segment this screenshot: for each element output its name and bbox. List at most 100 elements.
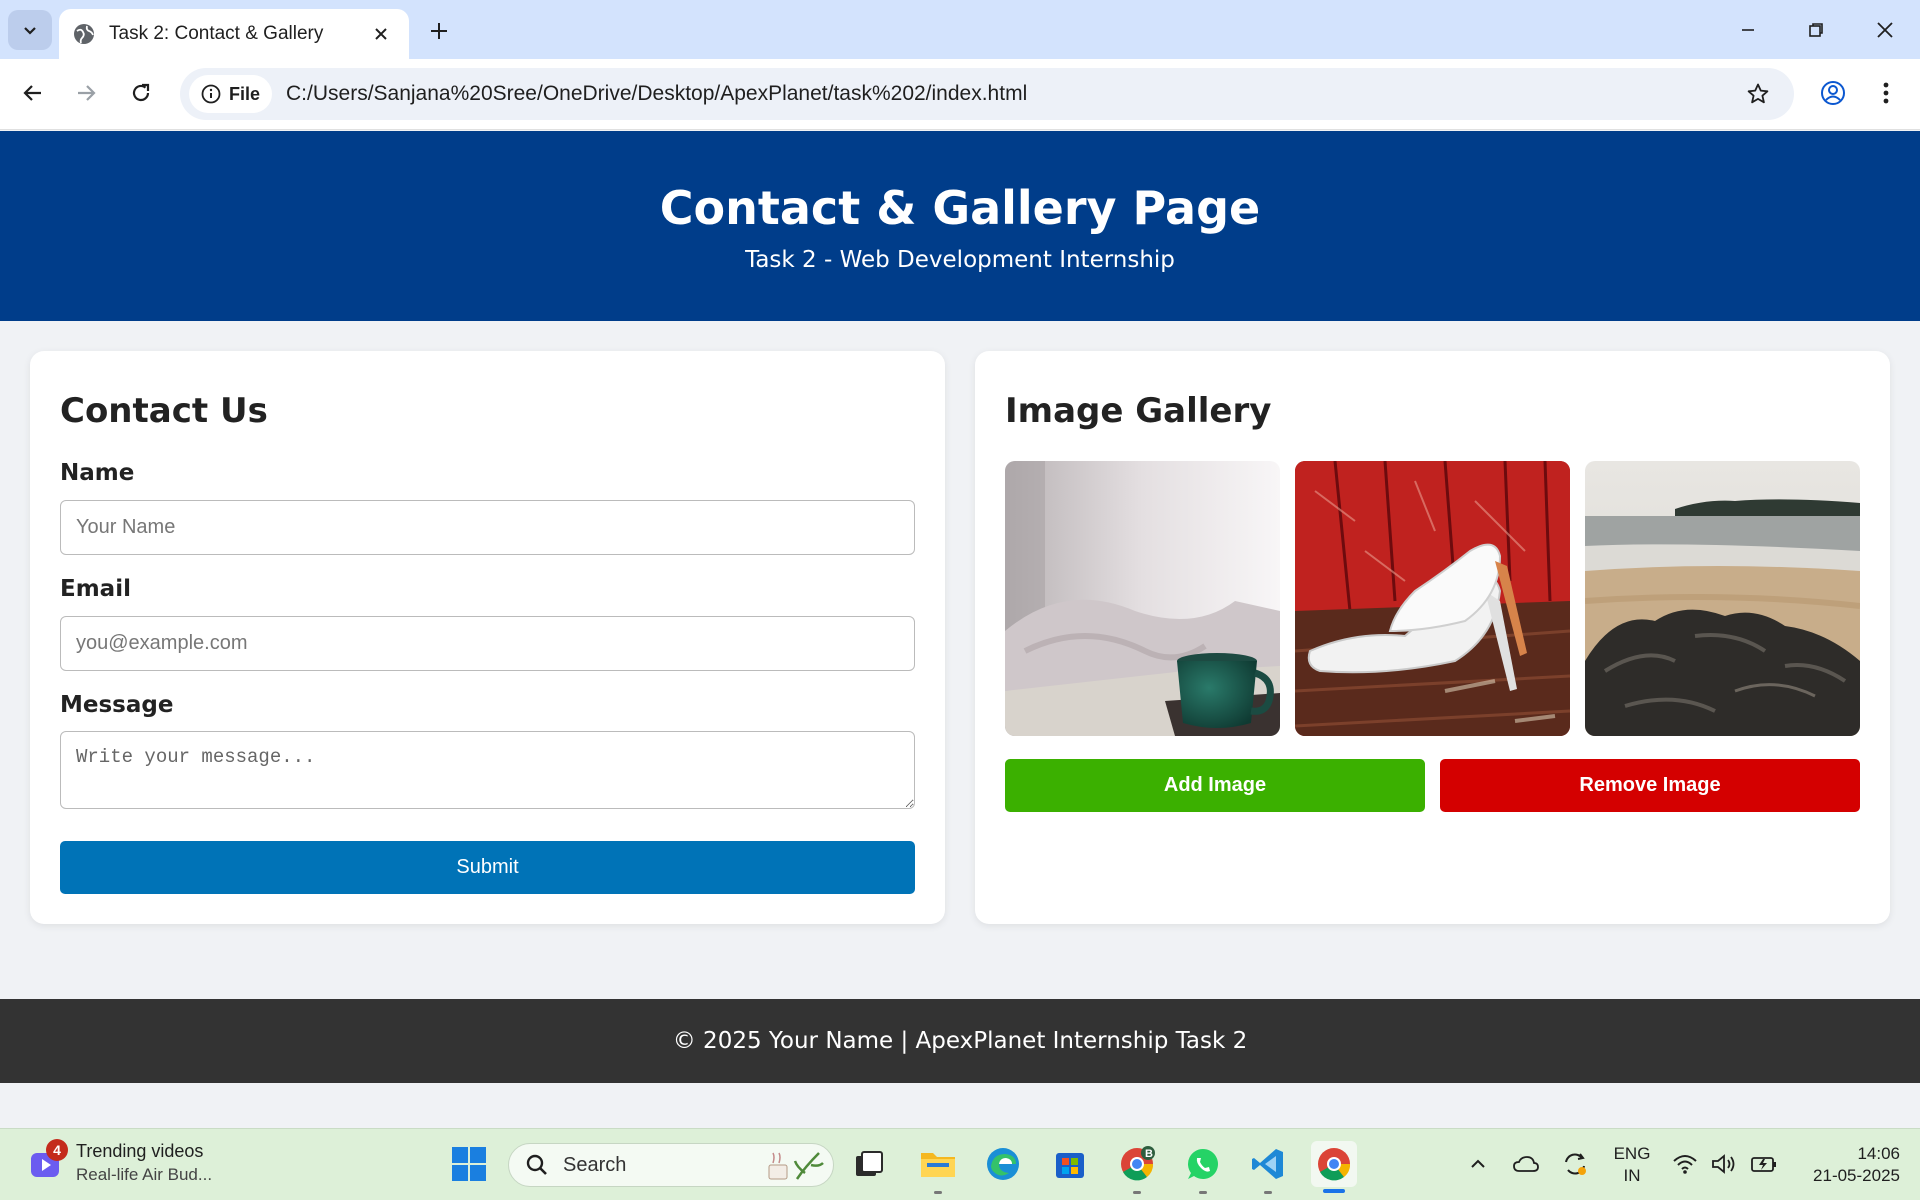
tab-active[interactable]: Task 2: Contact & Gallery — [59, 9, 409, 59]
restore-button[interactable] — [1793, 10, 1839, 50]
add-image-button[interactable]: Add Image — [1005, 759, 1425, 812]
beach-rocks-photo — [1585, 461, 1860, 736]
gallery-image-shoes[interactable] — [1295, 461, 1570, 736]
coffee-mug-photo — [1005, 461, 1280, 736]
message-label: Message — [60, 692, 174, 718]
minimize-icon — [1742, 29, 1754, 31]
url-text[interactable]: C:/Users/Sanjana%20Sree/OneDrive/Desktop… — [286, 82, 1738, 106]
whatsapp-icon — [1188, 1149, 1218, 1179]
forward-button[interactable] — [66, 73, 106, 113]
minimize-button[interactable] — [1725, 10, 1771, 50]
sync-icon — [1565, 1153, 1586, 1175]
task-view-button[interactable] — [846, 1141, 892, 1187]
close-icon — [1877, 22, 1893, 38]
running-indicator — [934, 1191, 942, 1194]
contact-heading: Contact Us — [60, 391, 268, 431]
whatsapp-button[interactable] — [1180, 1141, 1226, 1194]
file-chip-label: File — [229, 83, 261, 104]
name-label: Name — [60, 460, 135, 486]
bookmark-button[interactable] — [1738, 74, 1778, 114]
reload-icon — [132, 83, 150, 102]
windows-logo-icon — [452, 1147, 486, 1181]
address-bar[interactable]: File C:/Users/Sanjana%20Sree/OneDrive/De… — [180, 68, 1794, 120]
email-input[interactable] — [60, 616, 915, 671]
store-button[interactable] — [1047, 1141, 1093, 1187]
remove-image-button[interactable]: Remove Image — [1440, 759, 1860, 812]
wifi-icon — [1672, 1155, 1697, 1174]
search-icon — [526, 1154, 547, 1175]
active-indicator — [1323, 1189, 1345, 1193]
restore-icon — [1809, 23, 1823, 37]
task-view-icon — [856, 1151, 883, 1176]
profile-button[interactable] — [1813, 73, 1853, 113]
chrome-profile-button[interactable]: B — [1114, 1141, 1160, 1194]
window-close-button[interactable] — [1862, 10, 1908, 50]
sync-button[interactable] — [1552, 1141, 1598, 1187]
arrow-left-icon — [23, 85, 41, 101]
info-icon — [201, 84, 221, 104]
tab-title: Task 2: Contact & Gallery — [109, 23, 324, 44]
edge-icon — [987, 1148, 1019, 1180]
widget-badge: 4 — [46, 1139, 68, 1161]
running-indicator — [1199, 1191, 1207, 1194]
file-explorer-button[interactable] — [915, 1141, 961, 1194]
chevron-down-icon — [24, 27, 36, 35]
folder-icon — [921, 1153, 955, 1177]
news-widget[interactable]: 4 Trending videos Real-life Air Bud... — [28, 1139, 212, 1185]
start-button[interactable] — [446, 1141, 492, 1187]
page-footer: © 2025 Your Name | ApexPlanet Internship… — [0, 999, 1920, 1083]
region-code: IN — [1623, 1166, 1641, 1185]
name-input[interactable] — [60, 500, 915, 555]
reload-button[interactable] — [121, 73, 161, 113]
edge-button[interactable] — [980, 1141, 1026, 1187]
volume-icon — [1712, 1154, 1735, 1174]
battery-icon — [1751, 1157, 1777, 1172]
store-icon — [1056, 1153, 1084, 1178]
language-indicator[interactable]: ENG IN — [1606, 1143, 1658, 1187]
more-vert-icon — [1883, 82, 1889, 104]
page-header: Contact & Gallery Page Task 2 - Web Deve… — [0, 131, 1920, 321]
close-icon — [375, 28, 387, 40]
star-icon — [1747, 83, 1769, 104]
back-button[interactable] — [13, 73, 53, 113]
vscode-button[interactable] — [1245, 1141, 1291, 1194]
gallery-card: Image Gallery Add Image Remove Image — [975, 351, 1890, 924]
email-label: Email — [60, 576, 131, 602]
running-indicator — [1133, 1191, 1141, 1194]
plus-icon — [431, 23, 447, 39]
page-title: Contact & Gallery Page — [659, 181, 1261, 235]
clock-date: 21-05-2025 — [1813, 1166, 1900, 1185]
cloud-icon — [1513, 1156, 1539, 1172]
chrome-icon — [1318, 1148, 1351, 1181]
chrome-profile-badge: B — [1145, 1148, 1153, 1160]
taskbar-search[interactable]: Search — [508, 1143, 834, 1187]
search-highlight-icon — [768, 1152, 824, 1180]
gallery-image-mug[interactable] — [1005, 461, 1280, 736]
site-info-chip[interactable]: File — [189, 75, 273, 113]
menu-button[interactable] — [1866, 73, 1906, 113]
chrome-active-button[interactable] — [1311, 1141, 1357, 1193]
search-label: Search — [563, 1153, 627, 1176]
clock[interactable]: 14:06 21-05-2025 — [1790, 1143, 1900, 1187]
quick-settings-button[interactable] — [1665, 1141, 1785, 1187]
new-tab-button[interactable] — [422, 14, 456, 48]
widget-title: Trending videos — [76, 1141, 204, 1161]
page-subtitle: Task 2 - Web Development Internship — [745, 247, 1175, 273]
show-hidden-icons-button[interactable] — [1455, 1141, 1501, 1187]
white-high-heels-photo — [1295, 461, 1570, 736]
vscode-icon — [1252, 1149, 1283, 1179]
onedrive-button[interactable] — [1503, 1141, 1549, 1187]
browser-toolbar: File C:/Users/Sanjana%20Sree/OneDrive/De… — [0, 59, 1920, 130]
submit-button[interactable]: Submit — [60, 841, 915, 894]
message-textarea[interactable] — [60, 731, 915, 809]
chevron-up-icon — [1471, 1159, 1485, 1168]
taskbar: 4 Trending videos Real-life Air Bud... S… — [0, 1128, 1920, 1200]
tab-search-button[interactable] — [8, 10, 52, 50]
language-code: ENG — [1613, 1144, 1651, 1163]
tab-close-button[interactable] — [367, 20, 395, 48]
globe-icon — [74, 24, 94, 44]
clock-time: 14:06 — [1857, 1144, 1900, 1163]
running-indicator — [1264, 1191, 1272, 1194]
gallery-image-beach[interactable] — [1585, 461, 1860, 736]
profile-icon — [1821, 81, 1845, 105]
